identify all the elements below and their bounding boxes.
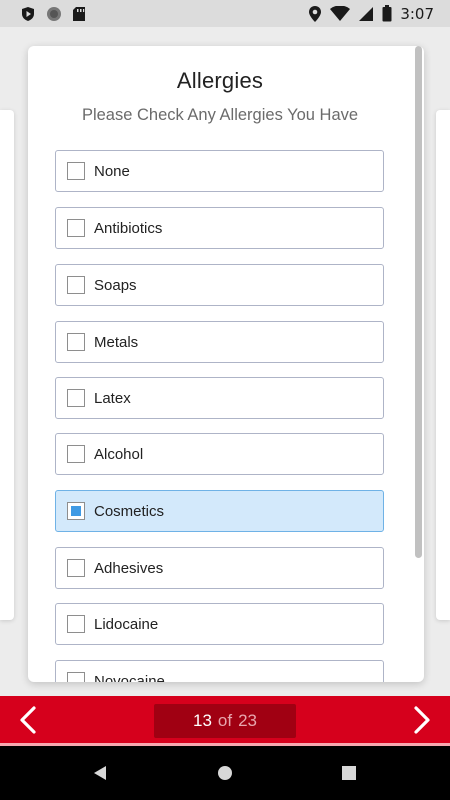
previous-card-peek[interactable] — [0, 110, 14, 620]
option-soaps[interactable]: Soaps — [55, 264, 384, 306]
shield-play-icon — [20, 6, 36, 22]
checkbox[interactable] — [67, 445, 85, 463]
clock: 3:07 — [400, 4, 434, 23]
checkbox[interactable] — [67, 615, 85, 633]
checkbox[interactable] — [67, 276, 85, 294]
home-button[interactable] — [210, 758, 240, 788]
sd-card-icon — [72, 6, 86, 22]
chevron-left-icon — [18, 705, 38, 735]
next-button[interactable] — [394, 696, 450, 743]
option-label: Alcohol — [94, 445, 144, 463]
checkbox[interactable] — [67, 162, 85, 180]
checkbox[interactable] — [67, 219, 85, 237]
next-card-peek[interactable] — [436, 110, 450, 620]
option-label: Antibiotics — [94, 219, 163, 237]
current-page: 13 — [192, 711, 212, 730]
circle-icon — [46, 6, 62, 22]
option-adhesives[interactable]: Adhesives — [55, 547, 384, 589]
option-label: None — [94, 162, 130, 180]
option-label: Metals — [94, 333, 139, 351]
page-indicator: 13 of 23 — [154, 704, 296, 738]
scrollbar-thumb[interactable] — [415, 46, 422, 558]
option-alcohol[interactable]: Alcohol — [55, 433, 384, 475]
checkbox-fill — [71, 506, 81, 516]
signal-icon — [358, 6, 374, 22]
checkbox[interactable] — [67, 559, 85, 577]
recents-icon — [342, 766, 356, 780]
option-label: Lidocaine — [94, 615, 159, 633]
location-icon — [308, 5, 322, 23]
option-label: Novocaine — [94, 672, 165, 683]
option-label: Latex — [94, 389, 131, 407]
option-none[interactable]: None — [55, 150, 384, 192]
total-pages: 23 — [238, 711, 258, 730]
option-novocaine[interactable]: Novocaine — [55, 660, 384, 682]
checkbox[interactable] — [67, 389, 85, 407]
option-label: Cosmetics — [94, 502, 165, 520]
checkbox[interactable] — [67, 672, 85, 682]
option-antibiotics[interactable]: Antibiotics — [55, 207, 384, 249]
page-title: Allergies — [176, 68, 264, 93]
system-nav-bar — [0, 746, 450, 800]
checkbox-checked[interactable] — [67, 502, 85, 520]
wifi-icon — [330, 5, 351, 22]
option-cosmetics[interactable]: Cosmetics — [55, 490, 384, 532]
pager-bar: 13 of 23 — [0, 696, 450, 746]
status-bar: 3:07 — [0, 0, 450, 27]
back-button[interactable] — [85, 758, 115, 788]
back-icon — [92, 765, 108, 781]
option-metals[interactable]: Metals — [55, 321, 384, 363]
checkbox[interactable] — [67, 333, 85, 351]
option-label: Adhesives — [94, 559, 164, 577]
page-subtitle: Please Check Any Allergies You Have — [81, 106, 359, 124]
home-icon — [217, 765, 233, 781]
question-card: Allergies Please Check Any Allergies You… — [28, 46, 424, 682]
page-separator: of — [217, 711, 233, 730]
recents-button[interactable] — [334, 758, 364, 788]
option-lidocaine[interactable]: Lidocaine — [55, 603, 384, 645]
option-label: Soaps — [94, 276, 137, 294]
chevron-right-icon — [412, 705, 432, 735]
previous-button[interactable] — [0, 696, 56, 743]
battery-icon — [382, 5, 392, 22]
option-latex[interactable]: Latex — [55, 377, 384, 419]
